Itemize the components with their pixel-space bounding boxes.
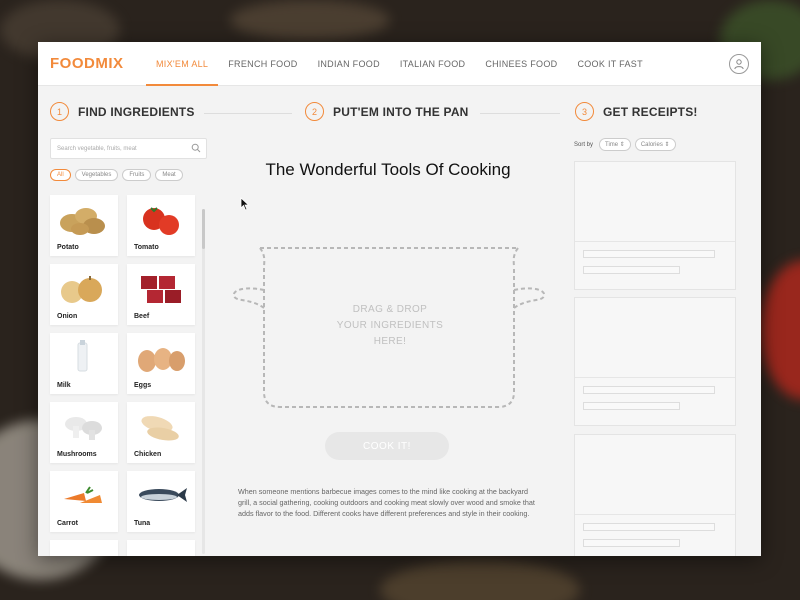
ingredient-card-potato[interactable]: Potato xyxy=(50,195,118,256)
mushrooms-image xyxy=(65,417,102,440)
ingredient-name: Milk xyxy=(57,382,71,389)
step-label: FIND INGREDIENTS xyxy=(78,104,195,119)
ingredients-scrollbar[interactable] xyxy=(202,209,205,554)
step-number: 2 xyxy=(305,102,324,121)
ingredient-card-tuna[interactable]: Tuna xyxy=(127,471,195,532)
search-icon[interactable] xyxy=(191,143,201,153)
scrollbar-thumb[interactable] xyxy=(202,209,205,249)
ingredient-card-partial[interactable] xyxy=(127,540,195,556)
filter-fruits[interactable]: Fruits xyxy=(122,169,152,181)
sort-bar: Sort by Time ⇕ Calories ⇕ xyxy=(574,138,676,151)
ingredient-name: Chicken xyxy=(134,451,162,458)
beef-image xyxy=(141,276,181,303)
step-number: 3 xyxy=(575,102,594,121)
recipe-card[interactable] xyxy=(574,161,736,290)
nav-item-chinees-food[interactable]: CHINEES FOOD xyxy=(475,42,567,86)
recipe-meta-placeholder xyxy=(583,266,680,274)
step-put-into-pan: 2 PUT'EM INTO THE PAN xyxy=(305,102,469,121)
nav-item-cook-it-fast[interactable]: COOK IT FAST xyxy=(567,42,652,86)
onion-image xyxy=(61,276,102,303)
ingredient-card-partial[interactable] xyxy=(50,540,118,556)
ingredient-name: Potato xyxy=(57,244,79,251)
ingredients-panel: Search vegetable, fruits, meat All Veget… xyxy=(50,138,207,556)
sort-calories-select[interactable]: Calories ⇕ xyxy=(634,138,676,151)
search-placeholder: Search vegetable, fruits, meat xyxy=(57,145,137,152)
sort-time-select[interactable]: Time ⇕ xyxy=(599,138,631,151)
mouse-cursor-icon xyxy=(240,197,250,211)
top-navigation-bar: FOODMIX MIX'EM ALL FRENCH FOOD INDIAN FO… xyxy=(38,42,761,86)
filter-chips: All Vegetables Fruits Meat xyxy=(50,169,207,181)
tuna-image xyxy=(139,488,187,502)
nav-item-mixem-all[interactable]: MIX'EM ALL xyxy=(146,42,219,86)
recipe-image-placeholder xyxy=(575,435,735,515)
main-nav: MIX'EM ALL FRENCH FOOD INDIAN FOOD ITALI… xyxy=(146,42,653,86)
filter-meat[interactable]: Meat xyxy=(155,169,183,181)
sort-label: Sort by xyxy=(574,141,594,148)
recipe-card[interactable] xyxy=(574,297,736,426)
ingredient-card-milk[interactable]: Milk xyxy=(50,333,118,394)
filter-all[interactable]: All xyxy=(50,169,71,181)
potato-image xyxy=(60,208,105,235)
recipe-image-placeholder xyxy=(575,298,735,378)
recipe-image-placeholder xyxy=(575,162,735,242)
step-divider xyxy=(480,113,560,114)
ingredient-name: Mushrooms xyxy=(57,451,97,458)
drop-zone-line: YOUR INGREDIENTS xyxy=(336,320,444,331)
step-label: PUT'EM INTO THE PAN xyxy=(333,104,469,119)
eggs-image xyxy=(138,348,185,372)
ingredient-card-beef[interactable]: Beef xyxy=(127,264,195,325)
user-icon xyxy=(734,59,744,70)
description-text: When someone mentions barbecue images co… xyxy=(238,487,535,518)
drop-zone-line: HERE! xyxy=(373,336,407,347)
ingredient-name: Carrot xyxy=(57,520,79,527)
step-find-ingredients: 1 FIND INGREDIENTS xyxy=(50,102,195,121)
ingredient-card-chicken[interactable]: Chicken xyxy=(127,402,195,463)
search-input[interactable]: Search vegetable, fruits, meat xyxy=(50,138,207,159)
ingredient-card-eggs[interactable]: Eggs xyxy=(127,333,195,394)
milk-image xyxy=(77,340,88,372)
nav-item-italian-food[interactable]: ITALIAN FOOD xyxy=(390,42,475,86)
ingredient-card-tomato[interactable]: Tomato xyxy=(127,195,195,256)
drop-zone-line: DRAG & DROP xyxy=(352,304,428,315)
ingredient-name: Tomato xyxy=(134,244,159,251)
step-get-receipts: 3 GET RECEIPTS! xyxy=(575,102,698,121)
step-label: GET RECEIPTS! xyxy=(603,104,698,119)
ingredient-name: Onion xyxy=(57,313,78,320)
page-title: The Wonderful Tools Of Cooking xyxy=(265,160,511,179)
ingredient-name: Beef xyxy=(134,313,150,320)
recipe-card[interactable] xyxy=(574,434,736,556)
cook-it-button[interactable]: COOK IT! xyxy=(325,432,449,460)
recipe-title-placeholder xyxy=(583,250,715,258)
tomato-image xyxy=(143,207,179,235)
ingredient-name: Tuna xyxy=(134,520,151,527)
recipe-title-placeholder xyxy=(583,523,715,531)
recipe-title-placeholder xyxy=(583,386,715,394)
ingredient-card-onion[interactable]: Onion xyxy=(50,264,118,325)
recipe-meta-placeholder xyxy=(583,402,680,410)
sort-option-label: Time xyxy=(605,142,619,148)
ingredient-name: Eggs xyxy=(134,382,152,389)
step-divider xyxy=(204,113,292,114)
nav-item-french-food[interactable]: FRENCH FOOD xyxy=(218,42,307,86)
steps-header: 1 FIND INGREDIENTS 2 PUT'EM INTO THE PAN… xyxy=(38,102,761,126)
nav-item-indian-food[interactable]: INDIAN FOOD xyxy=(308,42,390,86)
ingredient-card-carrot[interactable]: Carrot xyxy=(50,471,118,532)
chicken-image xyxy=(141,416,179,441)
filter-vegetables[interactable]: Vegetables xyxy=(74,169,119,181)
ingredient-grid: Potato Tomato Onion Beef Milk Eggs Mushr… xyxy=(50,195,195,556)
user-account-button[interactable] xyxy=(729,54,749,74)
drop-zone-text: DRAG & DROP YOUR INGREDIENTS HERE! xyxy=(310,302,470,350)
sort-option-label: Calories xyxy=(640,142,663,148)
recipe-meta-placeholder xyxy=(583,539,680,547)
carrot-image xyxy=(64,486,102,503)
logo[interactable]: FOODMIX xyxy=(50,55,146,72)
ingredient-card-mushrooms[interactable]: Mushrooms xyxy=(50,402,118,463)
app-window: FOODMIX MIX'EM ALL FRENCH FOOD INDIAN FO… xyxy=(38,42,761,556)
step-number: 1 xyxy=(50,102,69,121)
